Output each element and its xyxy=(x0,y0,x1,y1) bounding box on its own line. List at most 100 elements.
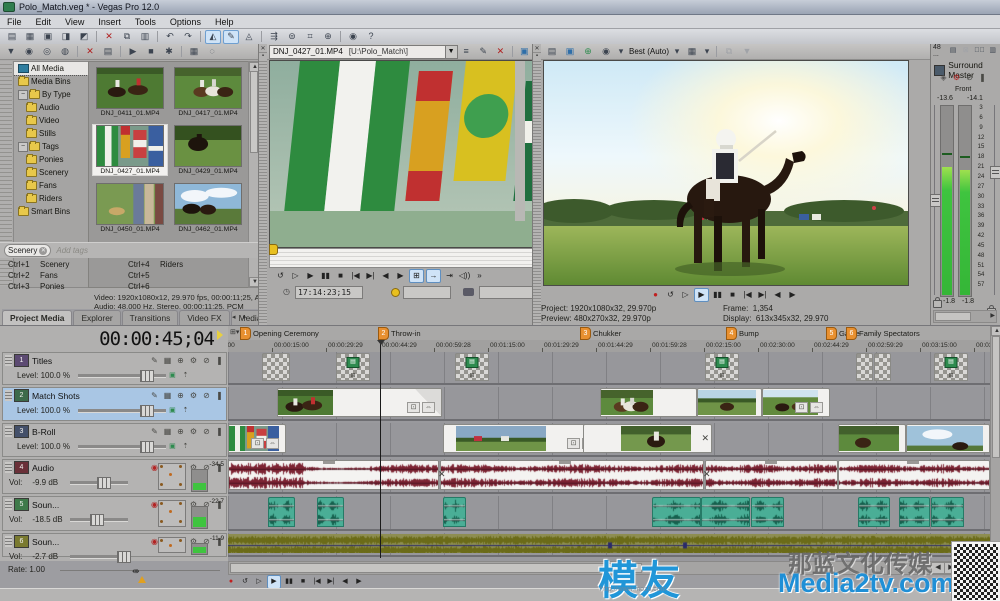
tab-video-fx[interactable]: Video FX xyxy=(179,310,230,325)
media-generators-button[interactable]: ✱ xyxy=(161,45,177,59)
prev-frame-button[interactable]: ◀ xyxy=(379,270,392,282)
menu-insert[interactable]: Insert xyxy=(91,17,128,27)
track-name[interactable]: B-Roll xyxy=(32,427,55,437)
open-project-button[interactable]: ▦ xyxy=(22,30,38,44)
pause-button[interactable]: ▮▮ xyxy=(283,576,295,588)
level-slider[interactable] xyxy=(77,440,166,453)
expand-keyframes-icon[interactable]: ⇡ xyxy=(179,405,192,417)
tree-item-smart-bins[interactable]: Smart Bins xyxy=(14,205,88,218)
track-drag-handle[interactable] xyxy=(5,536,12,547)
preview-grip[interactable]: ✕ ▪ xyxy=(533,44,541,325)
video-output-fx-button[interactable]: ⊕ xyxy=(580,45,596,59)
chevron-down-icon[interactable]: ▾ xyxy=(616,45,626,59)
timeline-vscrollbar[interactable]: ▲ ▼ xyxy=(990,326,1000,561)
stop-preview-button[interactable]: ■ xyxy=(143,45,159,59)
marker-bar[interactable]: ⊞▾ 1 Opening Ceremony 2 Throw-in 3 Chukker 4 Bum… xyxy=(228,326,990,341)
stop-button[interactable]: ■ xyxy=(726,289,739,301)
event-fx-icon[interactable]: ⇔ xyxy=(422,402,435,413)
automation-settings-icon[interactable]: ⚙ xyxy=(187,355,200,367)
trimmer-history-button[interactable]: ≡ xyxy=(459,45,474,59)
timeline-marker[interactable]: 4 Bump xyxy=(726,327,759,340)
level-slider[interactable] xyxy=(77,369,166,382)
timeline-event[interactable] xyxy=(600,388,697,417)
track-lane-2[interactable]: ⊡ ⇔ ⊡ ⇔ xyxy=(228,387,990,421)
next-frame-button[interactable]: ▶ xyxy=(394,270,407,282)
timeline-event[interactable] xyxy=(440,460,704,490)
track-drag-handle[interactable] xyxy=(5,355,12,366)
master-fader-left[interactable] xyxy=(930,194,941,207)
record-button[interactable]: ● xyxy=(225,576,237,588)
parent-compositing-icon[interactable]: ⊕ xyxy=(174,390,187,402)
extract-audio-cd-button[interactable]: ◎ xyxy=(39,45,55,59)
marker-tool-icon[interactable]: ⊞▾ xyxy=(230,328,239,336)
play-from-start-button[interactable]: ▷ xyxy=(289,270,302,282)
generated-media-icon[interactable]: ▤ xyxy=(346,357,360,368)
undock-icon[interactable]: ▪ xyxy=(259,53,267,59)
event-fx-icon[interactable]: ⇔ xyxy=(810,402,823,413)
tree-item-tags[interactable]: − Tags xyxy=(14,140,88,153)
timeline-event[interactable] xyxy=(858,497,890,527)
go-to-start-button[interactable]: |◀ xyxy=(741,289,754,301)
marker-tag-icon[interactable]: 1 xyxy=(240,327,251,340)
media-thumbnail[interactable]: DNJ_0429_01.MP4 xyxy=(171,125,245,175)
timeline-event[interactable]: ▤ ⊞ xyxy=(705,353,739,381)
go-to-start-button[interactable]: |◀ xyxy=(349,270,362,282)
timeline-event[interactable] xyxy=(899,497,930,527)
timeline-event[interactable] xyxy=(856,353,873,381)
master-fader-right[interactable] xyxy=(990,166,1000,179)
tree-item-video[interactable]: Video xyxy=(14,114,88,127)
close-icon[interactable]: ✕ xyxy=(533,45,541,52)
prev-frame-button[interactable]: ◀ xyxy=(771,289,784,301)
views-button[interactable]: ▦ xyxy=(186,45,202,59)
menu-options[interactable]: Options xyxy=(163,17,208,27)
pause-button[interactable]: ▮▮ xyxy=(711,289,724,301)
track-motion-icon[interactable]: ✎ xyxy=(148,355,161,367)
timeline-event[interactable] xyxy=(443,497,466,527)
composite-level-icon[interactable]: ▣ xyxy=(166,370,179,382)
render-as-button[interactable]: ◨ xyxy=(58,30,74,44)
tab-scroll-left[interactable]: ◂ xyxy=(232,313,236,321)
parent-compositing-icon[interactable]: ⊕ xyxy=(174,355,187,367)
play-from-start-button[interactable]: ▷ xyxy=(679,289,692,301)
capture-video-button[interactable]: ◉ xyxy=(21,45,37,59)
timeline-event[interactable] xyxy=(751,497,784,527)
level-slider[interactable] xyxy=(77,404,166,417)
timeline-event[interactable]: ⊡⇔ xyxy=(443,424,602,453)
preview-quality-dropdown[interactable]: Best (Auto) xyxy=(629,47,669,56)
timeline-event[interactable] xyxy=(874,353,891,381)
timeline-event[interactable] xyxy=(697,388,762,417)
save-snapshot-button[interactable]: ▼ xyxy=(739,45,755,59)
timeline-timecode-display[interactable]: 00:00:45;04 xyxy=(99,328,215,350)
tree-item-by-type[interactable]: − By Type xyxy=(14,88,88,101)
track-header-6[interactable]: 6Soun...◉∿⊕⚙⊘❚Vol:-2.7 dB-11.9 xyxy=(2,533,227,563)
lock-envelopes-button[interactable]: ⊜ xyxy=(284,30,300,44)
track-drag-handle[interactable] xyxy=(5,462,12,473)
timeline-event[interactable]: ⊡⇔ xyxy=(277,388,442,417)
track-drag-handle[interactable] xyxy=(5,426,12,437)
track-drag-handle[interactable] xyxy=(5,499,12,510)
record-button[interactable]: ● xyxy=(649,289,662,301)
external-monitor-button[interactable]: ▣ xyxy=(517,45,532,59)
tab-transitions[interactable]: Transitions xyxy=(121,310,179,325)
expand-icon[interactable]: − xyxy=(18,89,28,100)
external-monitor-button[interactable]: ▣ xyxy=(562,45,578,59)
timeline-event[interactable] xyxy=(931,497,964,527)
solo-icon[interactable]: ❚ xyxy=(213,426,226,438)
timeline-event[interactable]: ✕ xyxy=(583,424,712,453)
play-button[interactable]: ▶ xyxy=(694,288,709,302)
go-to-end-button[interactable]: ▶| xyxy=(364,270,377,282)
scrollbar-thumb[interactable] xyxy=(230,563,642,573)
volume-slider[interactable] xyxy=(70,550,132,563)
event-pan-crop-icon[interactable]: ⊡ xyxy=(251,438,264,449)
media-thumbnail[interactable]: DNJ_0427_01.MP4 xyxy=(92,124,168,176)
volume-slider[interactable] xyxy=(70,476,129,489)
downmix-button[interactable]: ▤ xyxy=(948,44,959,58)
dim-output-button[interactable]: ⊠ xyxy=(960,44,971,58)
cut-button[interactable]: ✕ xyxy=(101,30,117,44)
pause-button[interactable]: ▮▮ xyxy=(319,270,332,282)
loop-playback-button[interactable]: ↺ xyxy=(239,576,251,588)
loop-playback-button[interactable]: ↺ xyxy=(274,270,287,282)
overlays-button[interactable]: ▦ xyxy=(684,45,700,59)
track-lane-3[interactable]: ⊡⇔⊡⇔✕ xyxy=(228,423,990,457)
surround-pan-pad[interactable] xyxy=(158,463,186,490)
